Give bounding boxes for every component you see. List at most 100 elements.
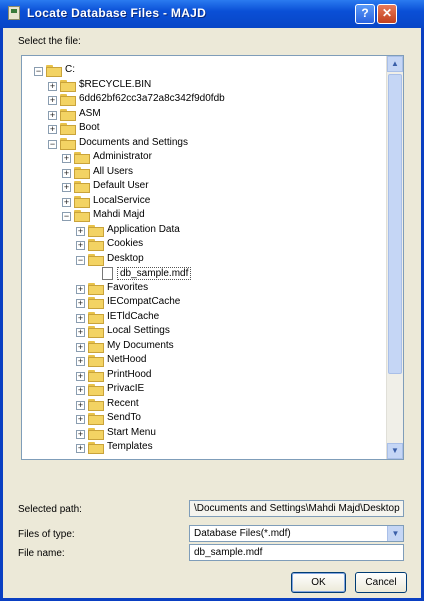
expand-icon[interactable]: + [48, 81, 57, 91]
window-title: Locate Database Files - MAJD [27, 6, 207, 20]
folder-icon [74, 210, 90, 222]
tree-item-label: Boot [79, 122, 100, 133]
file-icon [102, 267, 113, 280]
tree-item-label: Templates [107, 441, 153, 452]
expand-icon[interactable]: + [76, 328, 85, 337]
collapse-icon[interactable]: − [76, 255, 85, 265]
expand-icon[interactable]: + [62, 197, 71, 207]
tree-item-label: Application Data [107, 223, 180, 235]
expand-icon[interactable]: + [76, 400, 85, 410]
tree-item-label: ASM [79, 107, 101, 119]
tree-item-label: Recent [107, 397, 139, 409]
folder-icon [88, 239, 104, 251]
file-name-label: File name: [18, 548, 65, 559]
folder-icon [88, 224, 104, 237]
tree-item-label: LocalService [93, 194, 151, 206]
chevron-down-icon[interactable]: ▼ [387, 526, 403, 541]
tree-item-label: 6dd62bf62cc3a72a8c342f9d0fdb [79, 93, 225, 104]
folder-icon [60, 94, 76, 106]
folder-icon [74, 166, 90, 179]
expand-icon[interactable]: + [62, 168, 71, 178]
tree-item-label: All Users [93, 165, 134, 177]
title-bar[interactable]: Locate Database Files - MAJD [0, 0, 424, 28]
folder-icon [88, 355, 104, 367]
tree-item-label: Desktop [107, 252, 144, 264]
folder-icon [60, 137, 76, 150]
scroll-thumb[interactable] [388, 74, 402, 374]
folder-icon [88, 297, 104, 309]
folder-icon [88, 413, 104, 425]
tree-item-label: Favorites [107, 281, 149, 293]
tree-item-label: Local Settings [107, 325, 170, 336]
folder-icon [60, 123, 76, 135]
folder-icon [88, 326, 104, 338]
scroll-down-icon[interactable]: ▼ [387, 443, 403, 459]
folder-icon [60, 108, 76, 121]
folder-icon [88, 369, 104, 382]
folder-icon [74, 195, 90, 208]
file-name-input[interactable]: db_sample.mdf [189, 544, 404, 561]
expand-icon[interactable]: + [76, 429, 85, 439]
tree-item-label: IETldCache [107, 310, 160, 322]
expand-icon[interactable]: + [48, 125, 57, 134]
expand-icon[interactable]: + [76, 444, 85, 453]
folder-icon [88, 442, 104, 454]
expand-icon[interactable]: + [48, 110, 57, 120]
tree-item-label: Administrator [93, 151, 152, 162]
expand-icon[interactable]: + [62, 154, 71, 163]
folder-icon [88, 427, 104, 440]
tree-item-label: My Documents [107, 339, 174, 351]
tree-item-label: db_sample.mdf [117, 267, 192, 280]
folder-icon [88, 398, 104, 411]
expand-icon[interactable]: + [76, 226, 85, 236]
collapse-icon[interactable]: − [62, 212, 71, 221]
folder-icon [88, 311, 104, 324]
folder-icon [88, 253, 104, 266]
folder-icon [88, 340, 104, 353]
files-of-type-select[interactable]: Database Files(*.mdf) ▼ [189, 525, 404, 542]
help-button[interactable] [355, 4, 375, 24]
expand-icon[interactable]: + [76, 415, 85, 424]
folder-icon [74, 181, 90, 193]
cancel-button[interactable]: Cancel [355, 572, 407, 593]
app-icon [8, 6, 20, 20]
tree-item-label: C: [65, 64, 75, 75]
expand-icon[interactable]: + [76, 299, 85, 308]
expand-icon[interactable]: + [76, 342, 85, 352]
expand-icon[interactable]: + [48, 96, 57, 105]
expand-icon[interactable]: + [76, 241, 85, 250]
expand-icon[interactable]: + [76, 386, 85, 395]
ok-button[interactable]: OK [291, 572, 346, 593]
tree-item-label: SendTo [107, 412, 141, 423]
files-of-type-label: Files of type: [18, 529, 75, 540]
tree-scrollbar[interactable]: ▲ ▼ [386, 56, 403, 459]
selected-path-field: \Documents and Settings\Mahdi Majd\Deskt… [189, 500, 404, 517]
folder-icon [46, 65, 62, 77]
collapse-icon[interactable]: − [34, 67, 43, 76]
scroll-up-icon[interactable]: ▲ [387, 56, 403, 72]
tree-item-label: IECompatCache [107, 296, 181, 307]
tree-item-label: PrivacIE [107, 383, 145, 394]
collapse-icon[interactable]: − [48, 139, 57, 149]
tree-item-label: NetHood [107, 354, 147, 365]
folder-icon [74, 152, 90, 164]
tree-item-label: Cookies [107, 238, 144, 249]
tree-item-label: Mahdi Majd [93, 209, 145, 220]
select-file-label: Select the file: [18, 36, 81, 47]
expand-icon[interactable]: + [76, 357, 85, 366]
selected-path-label: Selected path: [18, 504, 82, 515]
expand-icon[interactable]: + [76, 284, 85, 294]
folder-tree[interactable]: ▲ ▼ − C: + $RECYCLE.BIN +6dd62bf62cc3a72a8c3… [21, 55, 404, 460]
expand-icon[interactable]: + [76, 313, 85, 323]
tree-item-label: $RECYCLE.BIN [79, 78, 152, 90]
close-button[interactable] [377, 4, 397, 24]
tree-item-label: PrintHood [107, 368, 152, 380]
tree-item-label: Documents and Settings [79, 136, 188, 148]
tree-item-label: Start Menu [107, 426, 156, 438]
folder-icon [88, 282, 104, 295]
locate-database-files-dialog: Locate Database Files - MAJD Select the … [0, 0, 424, 601]
expand-icon[interactable]: + [76, 371, 85, 381]
folder-icon [88, 384, 104, 396]
expand-icon[interactable]: + [62, 183, 71, 192]
tree-item-label: Default User [93, 180, 149, 191]
